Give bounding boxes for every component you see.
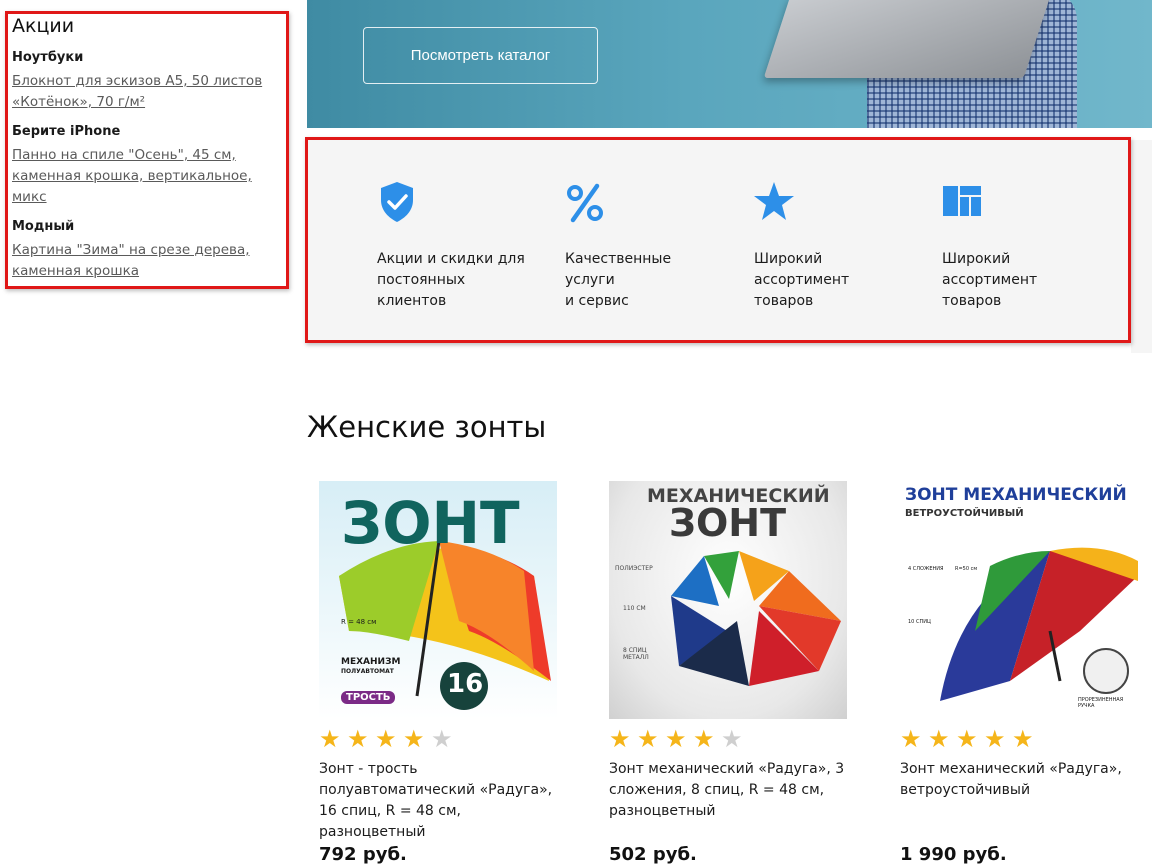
- product-image-label: 8 СПИЦ МЕТАЛЛ: [623, 647, 649, 661]
- product-image-label: 4 СЛОЖЕНИЯ: [908, 566, 944, 572]
- star-icon: [754, 182, 794, 220]
- star-icon: ★: [319, 725, 341, 753]
- star-icon: ★: [665, 725, 687, 753]
- rating-stars: ★ ★ ★ ★ ★: [900, 727, 1140, 751]
- rating-stars: ★ ★ ★ ★ ★: [319, 727, 559, 751]
- product-image-label: 10 СПИЦ: [908, 619, 931, 625]
- product-image-label: ПОЛУАВТОМАТ: [341, 668, 394, 675]
- product-image[interactable]: МЕХАНИЧЕСКИЙ ЗОНТ ПОЛИЭСТЕР 110 СМ 8 СПИ…: [609, 481, 847, 719]
- product-name[interactable]: Зонт механический «Радуга», ветроустойчи…: [900, 759, 1140, 801]
- product-price: 502 руб.: [609, 844, 697, 865]
- promotion-link[interactable]: Панно на спиле "Осень", 45 см, каменная …: [12, 145, 288, 208]
- star-icon: ★: [375, 725, 397, 753]
- view-catalog-button[interactable]: Посмотреть каталог: [363, 27, 598, 84]
- hero-laptop-image: [763, 0, 1051, 78]
- star-icon: ★: [403, 725, 425, 753]
- star-icon: ★: [637, 725, 659, 753]
- star-icon: ★: [721, 725, 743, 753]
- product-image-label: 16: [447, 669, 484, 699]
- advantage-item: Акции и скидки для постоянных клиентов: [377, 180, 537, 312]
- promotion-link[interactable]: Картина "Зима" на срезе дерева, каменная…: [12, 240, 288, 282]
- product-image-label: ПРОРЕЗИНЕННАЯ РУЧКА: [1078, 697, 1124, 709]
- promotion-group: Ноутбуки Блокнот для эскизов А5, 50 лист…: [12, 50, 286, 113]
- product-image-label: R = 48 см: [341, 618, 377, 626]
- star-icon: ★: [347, 725, 369, 753]
- product-image-headline: ЗОНТ: [669, 501, 787, 545]
- product-name[interactable]: Зонт механический «Радуга», 3 сложения, …: [609, 759, 849, 822]
- promotion-group-title: Берите iPhone: [12, 124, 121, 139]
- advantage-item: Качественные услуги и сервис: [565, 180, 725, 312]
- promotions-sidebar: Акции Ноутбуки Блокнот для эскизов А5, 5…: [5, 11, 289, 289]
- advantages-block: Акции и скидки для постоянных клиентов К…: [305, 137, 1131, 343]
- star-icon: ★: [609, 725, 631, 753]
- product-image-headline: ЗОНТ МЕХАНИЧЕСКИЙ: [905, 485, 1127, 505]
- promotion-group-title: Ноутбуки: [12, 50, 84, 65]
- advantage-text: Широкий ассортимент товаров: [942, 251, 1038, 309]
- promotion-group-title: Модный: [12, 219, 75, 234]
- product-card[interactable]: ЗОНТ МЕХАНИЧЕСКИЙ ВЕТРОУСТОЙЧИВЫЙ 4 СЛОЖ…: [900, 481, 1140, 865]
- advantages-background: [1131, 140, 1152, 353]
- product-image[interactable]: ЗОНТ МЕХАНИЧЕСКИЙ ВЕТРОУСТОЙЧИВЫЙ 4 СЛОЖ…: [900, 481, 1138, 719]
- product-price: 1 990 руб.: [900, 844, 1007, 865]
- hero-banner: Посмотреть каталог: [307, 0, 1152, 128]
- star-icon: ★: [900, 725, 922, 753]
- promotion-group: Берите iPhone Панно на спиле "Осень", 45…: [12, 124, 286, 208]
- star-icon: ★: [984, 725, 1006, 753]
- product-image-label: R=50 см: [955, 566, 978, 572]
- product-image-tag: ТРОСТЬ: [341, 691, 396, 704]
- product-price: 792 руб.: [319, 844, 407, 865]
- product-image-headline: ВЕТРОУСТОЙЧИВЫЙ: [905, 508, 1024, 519]
- product-card[interactable]: МЕХАНИЧЕСКИЙ ЗОНТ ПОЛИЭСТЕР 110 СМ 8 СПИ…: [609, 481, 849, 865]
- product-image[interactable]: ЗОНТ R = 48 см МЕХАНИЗМ ПОЛУАВТОМАТ ТРОС…: [319, 481, 557, 719]
- advantage-item: Широкий ассортимент товаров: [754, 180, 914, 312]
- advantage-text: Широкий ассортимент товаров: [754, 251, 850, 309]
- product-image-label: МЕХАНИЗМ: [341, 657, 401, 667]
- star-icon: ★: [956, 725, 978, 753]
- promotions-title: Акции: [12, 15, 75, 37]
- advantage-text: Качественные услуги и сервис: [565, 251, 672, 309]
- product-image-label: 110 СМ: [623, 605, 646, 612]
- product-card[interactable]: ЗОНТ R = 48 см МЕХАНИЗМ ПОЛУАВТОМАТ ТРОС…: [319, 481, 559, 865]
- layout-grid-icon: [943, 186, 981, 216]
- percent-icon: [567, 183, 603, 223]
- star-icon: ★: [1012, 725, 1034, 753]
- promotion-link[interactable]: Блокнот для эскизов А5, 50 листов «Котён…: [12, 71, 288, 113]
- star-icon: ★: [928, 725, 950, 753]
- promotion-group: Модный Картина "Зима" на срезе дерева, к…: [12, 219, 286, 282]
- shield-check-icon: [381, 182, 413, 222]
- star-icon: ★: [693, 725, 715, 753]
- star-icon: ★: [431, 725, 453, 753]
- rating-stars: ★ ★ ★ ★ ★: [609, 727, 849, 751]
- product-name[interactable]: Зонт - трость полуавтоматический «Радуга…: [319, 759, 559, 843]
- product-image-label: ПОЛИЭСТЕР: [615, 565, 653, 572]
- section-title: Женские зонты: [307, 410, 547, 444]
- advantage-item: Широкий ассортимент товаров: [942, 180, 1102, 312]
- advantage-text: Акции и скидки для постоянных клиентов: [377, 251, 525, 309]
- product-image-headline: ЗОНТ: [341, 489, 520, 557]
